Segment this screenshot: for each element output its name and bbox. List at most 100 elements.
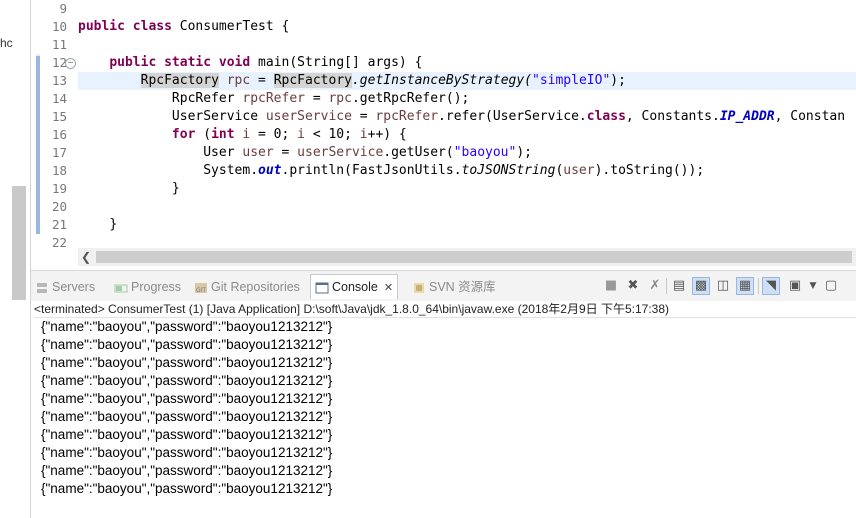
code-text: = 0; [250, 127, 298, 142]
remove-launch-icon[interactable]: ✖ [624, 277, 642, 295]
line-number: 13 [51, 73, 67, 88]
scrollbar-thumb[interactable] [96, 251, 852, 263]
code-text: , Constan [774, 109, 846, 124]
static-method-call: toJSONString [461, 163, 556, 178]
code-text-area[interactable]: public class ConsumerTest { public stati… [78, 0, 856, 252]
show-on-output-icon[interactable]: ▦ [736, 277, 754, 295]
scroll-lock-icon[interactable]: ▩ [692, 277, 710, 295]
keyword: class [586, 109, 626, 124]
console-output-line: {"name":"baoyou","password":"baoyou12132… [41, 373, 333, 388]
line-number: 20 [51, 199, 67, 214]
console-output-line: {"name":"baoyou","password":"baoyou12132… [41, 337, 333, 352]
console-output-line: {"name":"baoyou","password":"baoyou12132… [41, 355, 333, 370]
code-text: System. [203, 163, 259, 178]
local-variable: i [234, 127, 251, 142]
word-wrap-icon[interactable]: ◫ [714, 277, 732, 295]
static-method-call: .getInstanceByStrategy( [351, 73, 532, 88]
local-variable: i [297, 127, 305, 142]
tab-servers[interactable]: Servers [35, 277, 95, 297]
string-literal: "simpleIO" [532, 73, 611, 88]
keyword: void [218, 55, 251, 70]
bottom-view-tabbar: Servers Progress GIT Git Repositories Con… [31, 270, 856, 301]
code-line-14: RpcRefer rpcRefer = rpc.getRpcRefer(); [78, 90, 856, 108]
code-text: = [250, 73, 274, 88]
code-line-13-current: RpcFactory rpc = RpcFactory.getInstanceB… [78, 72, 856, 90]
occurrence-highlight: RpcFactory [140, 73, 219, 88]
method-signature: main(String[] args) { [258, 55, 423, 70]
terminate-icon[interactable]: ■ [602, 277, 620, 295]
console-launch-description: <terminated> ConsumerTest (1) [Java Appl… [34, 301, 856, 318]
code-line-15: UserService userService = rpcRefer.refer… [78, 108, 856, 126]
console-output-line: {"name":"baoyou","password":"baoyou12132… [41, 319, 333, 334]
pin-console-icon[interactable]: ◥ [762, 277, 780, 295]
explorer-text-fragment: hc [0, 36, 13, 50]
code-line-18: System.out.println(FastJsonUtils.toJSONS… [78, 162, 856, 180]
change-ruler-mark [36, 56, 40, 234]
tab-svn-repositories[interactable]: SVN 资源库 [412, 277, 496, 297]
code-line-17: User user = userService.getUser("baoyou"… [78, 144, 856, 162]
tab-label: Progress [131, 280, 182, 294]
tab-progress[interactable]: Progress [114, 277, 181, 297]
tab-git-repositories[interactable]: GIT Git Repositories [194, 277, 300, 297]
code-editor[interactable]: 9 10 11 12 13 14 15 16 17 18 19 20 21 22… [31, 0, 856, 250]
code-text: .println(FastJsonUtils. [281, 163, 462, 178]
code-text: < 10; [305, 127, 360, 142]
code-text: User [203, 145, 243, 160]
svn-icon [414, 282, 424, 293]
line-number: 19 [51, 181, 67, 196]
keyword: public [109, 55, 157, 70]
line-number: 18 [51, 163, 67, 178]
keyword: int [211, 127, 235, 142]
code-text: .getUser( [383, 145, 454, 160]
fold-collapse-icon[interactable]: − [65, 58, 76, 69]
keyword: static [164, 55, 212, 70]
tab-console[interactable]: Console ✕ [310, 274, 399, 299]
line-number: 15 [51, 109, 67, 124]
chevron-down-icon[interactable]: ▼ [804, 277, 822, 295]
console-output-line: {"name":"baoyou","password":"baoyou12132… [41, 463, 333, 478]
line-number: 21 [51, 217, 67, 232]
open-console-icon[interactable]: ▢ [822, 277, 840, 295]
code-line-10: public class ConsumerTest { [78, 18, 856, 36]
code-text: .getRpcRefer(); [351, 91, 470, 106]
console-output-line: {"name":"baoyou","password":"baoyou12132… [41, 391, 333, 406]
console-toolbar: ■ ✖ ✗ ▤ ▩ ◫ ▦ ◥ ▣ ▼ ▢ [586, 277, 856, 297]
console-output-line: {"name":"baoyou","password":"baoyou12132… [41, 409, 333, 424]
line-number: 16 [51, 127, 67, 142]
string-literal: "baoyou" [453, 145, 517, 160]
display-console-icon[interactable]: ▣ [786, 277, 804, 295]
line-number: 22 [51, 235, 67, 250]
console-output-line: {"name":"baoyou","password":"baoyou12132… [41, 427, 333, 442]
progress-icon [114, 284, 128, 293]
servers-icon [37, 282, 47, 293]
line-number: 9 [59, 1, 67, 16]
code-line-19: } [78, 180, 856, 198]
code-text: = [351, 109, 376, 124]
close-icon[interactable]: ✕ [384, 282, 393, 294]
code-line-12: public static void main(String[] args) { [78, 54, 856, 72]
line-number: 17 [51, 145, 67, 160]
explorer-scrollbar-thumb[interactable] [12, 186, 26, 300]
code-line-16: for (int i = 0; i < 10; i++) { [78, 126, 856, 144]
code-text: ( [195, 127, 212, 142]
svg-text:GIT: GIT [196, 287, 206, 294]
line-number-ruler: 9 10 11 12 13 14 15 16 17 18 19 20 21 22 [41, 0, 69, 252]
local-variable: userService [265, 109, 352, 124]
line-number: 10 [51, 19, 67, 34]
tab-label: Console [332, 280, 378, 294]
local-variable: userService [297, 145, 384, 160]
remove-all-terminated-icon[interactable]: ✗ [646, 277, 664, 295]
code-text: , Constants. [625, 109, 720, 124]
editor-horizontal-scrollbar[interactable]: ❮ [78, 248, 856, 266]
local-variable: rpcRefer [375, 109, 439, 124]
scroll-left-arrow-icon[interactable]: ❮ [78, 248, 94, 266]
console-output-area[interactable]: {"name":"baoyou","password":"baoyou12132… [34, 318, 856, 498]
local-variable: i [359, 127, 368, 142]
code-text: ++) { [367, 127, 407, 142]
class-name: ConsumerTest { [179, 19, 290, 34]
line-number: 14 [51, 91, 67, 106]
code-text: UserService [171, 109, 266, 124]
clear-console-icon[interactable]: ▤ [670, 277, 688, 295]
